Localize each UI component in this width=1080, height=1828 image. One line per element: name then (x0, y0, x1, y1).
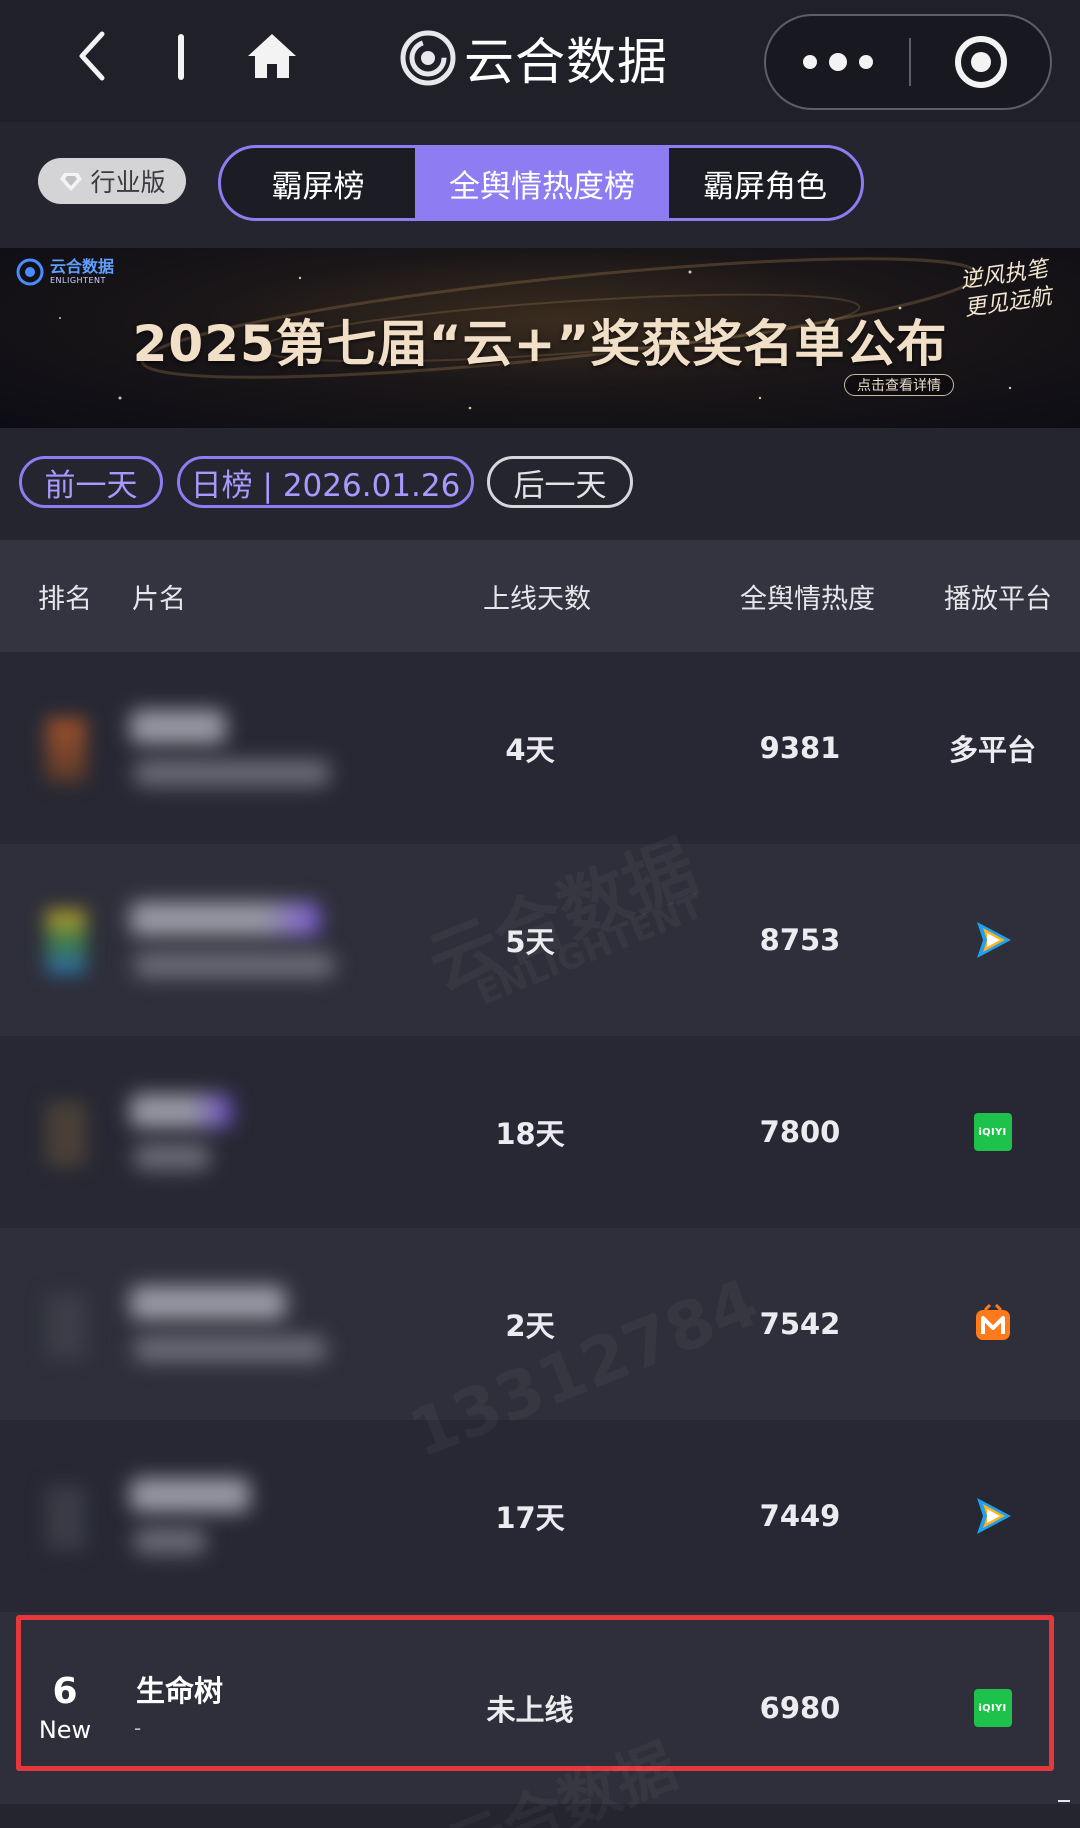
redacted-rank (46, 718, 86, 782)
home-icon[interactable] (246, 30, 298, 82)
tab-dominant-roles[interactable]: 霸屏角色 (669, 148, 861, 218)
redacted-title (130, 1478, 250, 1512)
platform-multi: 多平台 (910, 652, 1075, 844)
yunhe-logo-icon (400, 30, 456, 86)
more-options-icon[interactable] (766, 16, 910, 108)
tencent-video-icon (976, 922, 1011, 958)
previous-day-button[interactable]: 前一天 (19, 456, 163, 508)
banner-brand-text: 云合数据 ENLIGHTENT (50, 259, 114, 285)
days-online: 未上线 (486, 1693, 574, 1727)
platform (910, 1420, 1075, 1612)
banner-brand-en: ENLIGHTENT (50, 276, 106, 285)
edition-badge-label: 行业版 (90, 168, 166, 197)
redacted-rank (46, 910, 86, 974)
redacted-title (130, 902, 320, 936)
heat-value: 7449 (759, 1499, 841, 1533)
redacted-subtitle (134, 760, 330, 786)
banner-brand-logo: 云合数据 ENLIGHTENT (16, 258, 114, 286)
table-row[interactable]: 2天 7542 (0, 1228, 1080, 1420)
table-row[interactable]: 4天 9381 多平台 (0, 652, 1080, 844)
redacted-rank (46, 1102, 86, 1166)
rank-cell: 6 New (30, 1612, 100, 1804)
rank-number: 6 (52, 1671, 78, 1712)
redacted-title (130, 710, 226, 744)
redacted-title (130, 1286, 286, 1320)
redacted-title (130, 1094, 232, 1128)
banner-headline: 2025第七届“云+”奖获奖名单公布 (132, 315, 948, 373)
redacted-subtitle (134, 1336, 326, 1362)
tab-public-opinion-heat[interactable]: 全舆情热度榜 (415, 148, 669, 218)
diamond-icon (60, 173, 83, 191)
heat-value: 7800 (759, 1115, 841, 1149)
table-header: 排名 片名 上线天数 全舆情热度 播放平台 (0, 540, 1080, 652)
top-navigation-bar: 云合数据 (0, 0, 1080, 122)
redacted-rank (46, 1294, 86, 1358)
days-online: 18天 (495, 1117, 565, 1151)
platform-label: 多平台 (948, 733, 1036, 767)
iqiyi-icon: iQIYI (973, 1689, 1012, 1727)
days-online: 2天 (505, 1309, 555, 1343)
back-arrow-icon[interactable] (72, 28, 112, 84)
new-entry-badge: New (38, 1716, 92, 1744)
header-title: 片名 (132, 583, 186, 615)
app-title: 云合数据 (400, 28, 668, 91)
next-day-button[interactable]: 后一天 (487, 456, 633, 508)
platform: iQIYI (910, 1036, 1075, 1228)
platform (910, 844, 1075, 1036)
header-rank[interactable]: 排名 (38, 540, 92, 652)
days-online: 5天 (505, 925, 555, 959)
close-miniprogram-icon[interactable] (911, 16, 1051, 108)
header-platform: 播放平台 (944, 583, 1052, 615)
days-online: 4天 (505, 733, 555, 767)
ranking-tabs: 霸屏榜 全舆情热度榜 霸屏角色 (218, 145, 864, 221)
show-subtitle: - (134, 1716, 142, 1740)
platform (910, 1228, 1075, 1420)
table-row[interactable]: 18天 7800 iQIYI (0, 1036, 1080, 1228)
redacted-subtitle (134, 1144, 210, 1170)
tab-screen-dominance[interactable]: 霸屏榜 (221, 148, 415, 218)
redacted-subtitle (134, 952, 334, 978)
days-online: 17天 (495, 1501, 565, 1535)
table-row-highlighted[interactable]: 6 New 生命树 - 未上线 6980 iQIYI (0, 1612, 1080, 1804)
tencent-video-icon (976, 1498, 1011, 1534)
table-row[interactable]: 17天 7449 (0, 1420, 1080, 1612)
header-heat[interactable]: 全舆情热度 (740, 540, 875, 652)
heat-value: 7542 (759, 1307, 841, 1341)
platform: iQIYI (910, 1612, 1075, 1804)
heat-value: 9381 (759, 731, 841, 765)
heat-value: 6980 (759, 1691, 841, 1725)
table-row[interactable]: 5天 8753 (0, 844, 1080, 1036)
yunhe-logo-icon (16, 258, 44, 286)
app-title-text: 云合数据 (464, 33, 668, 91)
heat-value: 8753 (759, 923, 841, 957)
nav-divider (178, 34, 184, 80)
redacted-subtitle (134, 1528, 206, 1554)
mango-tv-icon (975, 1304, 1010, 1340)
header-days-online[interactable]: 上线天数 (483, 540, 591, 652)
miniprogram-capsule (764, 14, 1052, 110)
banner-details-button[interactable]: 点击查看详情 (844, 374, 954, 396)
redacted-rank (46, 1486, 86, 1550)
iqiyi-icon: iQIYI (973, 1113, 1012, 1151)
industry-edition-badge[interactable]: 行业版 (38, 158, 186, 204)
banner-brand-cn: 云合数据 (50, 257, 115, 276)
bottom-indicator (1058, 1800, 1070, 1802)
awards-banner[interactable]: 云合数据 ENLIGHTENT 2025第七届“云+”奖获奖名单公布 逆风执笔 … (0, 248, 1080, 428)
date-selector[interactable]: 日榜 | 2026.01.26 (177, 456, 474, 508)
show-title[interactable]: 生命树 (136, 1668, 223, 1710)
